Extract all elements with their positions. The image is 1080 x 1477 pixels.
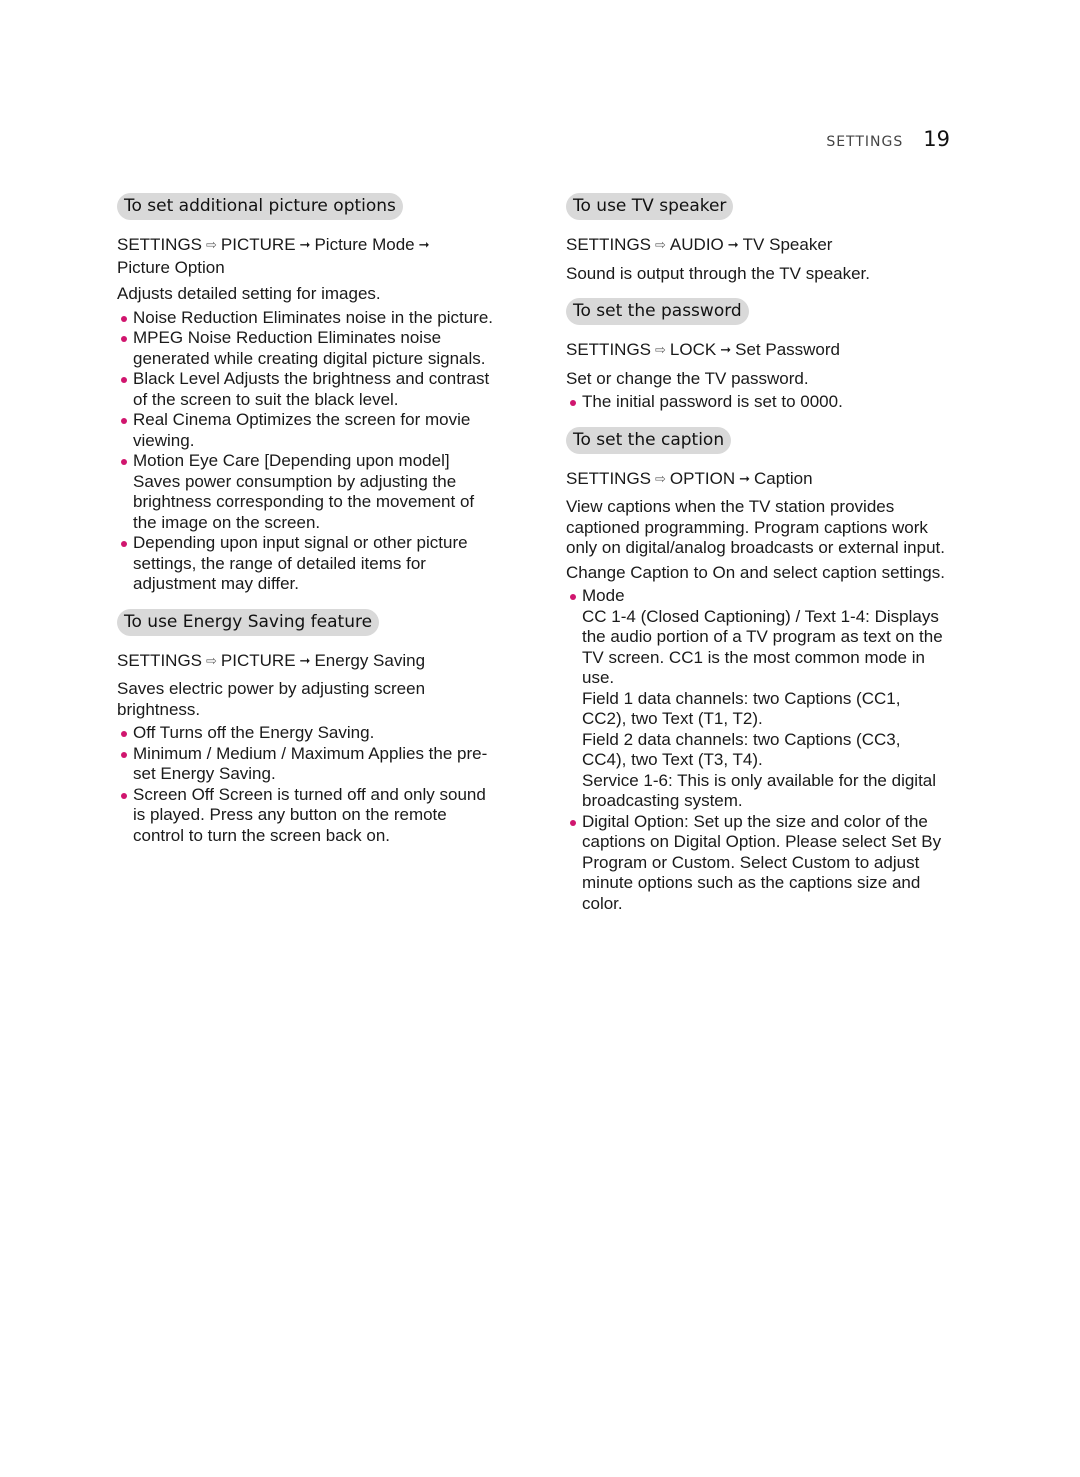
open-arrow-icon: ⇨ [206,653,217,669]
path-step: SETTINGS [566,340,652,359]
bullet-list: Mode CC 1-4 (Closed Captioning) / Text 1… [566,586,946,914]
menu-path: SETTINGS ⇨ OPTION ➞ Caption [566,469,946,492]
list-item: Minimum / Medium / Maximum Applies the p… [117,744,497,785]
path-step: SETTINGS [117,235,203,254]
description: Saves electric power by adjusting screen… [117,679,426,719]
path-step: PICTURE [220,235,296,254]
list-item: Black Level Adjusts the brightness and c… [117,369,497,410]
list-item-text: Depending upon input signal or other pic… [133,533,468,593]
list-item-text: Off Turns off the Energy Saving. [133,723,375,742]
section-label: SETTINGS [826,134,904,150]
list-item-digital-option: Digital Option: Set up the size and colo… [566,812,946,915]
list-item: Motion Eye Care [Depending upon model] S… [117,451,497,533]
path-step: SETTINGS [566,235,652,254]
path-step: AUDIO [669,235,724,254]
path-step: Energy Saving [314,650,426,670]
bullet-icon [121,377,127,383]
list-item-text: The initial password is set to 0000. [582,392,843,411]
description: Set or change the TV password. [566,368,809,388]
path-step: Picture Mode [314,235,415,254]
path-step: TV Speaker [742,235,833,254]
mode-detail: CC 1-4 (Closed Captioning) / Text 1-4: D… [582,606,943,688]
bullet-icon [121,315,127,322]
bullet-list: The initial password is set to 0000. [566,392,946,413]
arrow-icon: ➞ [299,653,311,669]
right-column: To use TV speaker SETTINGS ⇨ AUDIO ➞ TV Spea… [566,193,946,928]
menu-path: SETTINGS ⇨ AUDIO ➞ TV Speaker [566,235,946,258]
bullet-icon [121,731,127,737]
arrow-icon: ➞ [739,471,750,487]
bullet-icon [121,541,127,547]
mode-detail: Service 1-6: This is only available for … [582,770,937,811]
list-item: Off Turns off the Energy Saving. [117,723,497,744]
mode-detail: Field 1 data channels: two Captions (CC1… [582,688,901,729]
bullet-icon [121,751,127,758]
tv-speaker-section: To use TV speaker SETTINGS ⇨ AUDIO ➞ TV Spea… [566,193,946,284]
open-arrow-icon: ⇨ [206,238,217,253]
list-item: MPEG Noise Reduction Eliminates noise ge… [117,328,497,369]
description: View captions when the TV station provid… [566,497,945,557]
open-arrow-icon: ⇨ [655,238,666,253]
list-item-text: Real Cinema Optimizes the screen for mov… [133,410,471,450]
path-step: Caption [754,468,813,488]
left-column: To set additional picture options SETTIN… [117,193,497,860]
bullet-list: Noise Reduction Eliminates noise in the … [117,308,497,595]
page-number: 19 [923,127,950,151]
path-step: SETTINGS [566,468,652,488]
bullet-icon [121,418,127,424]
password-section: To set the password SETTINGS ⇨ LOCK ➞ Set Pa… [566,298,946,413]
mode-detail: Field 2 data channels: two Captions (CC3… [582,729,901,770]
path-step: LOCK [669,340,717,359]
menu-path: SETTINGS ⇨ PICTURE ➞ Picture Mode ➞ Picture Op… [117,235,497,278]
description: Adjusts detailed setting for images. [117,284,381,303]
arrow-icon: ➞ [299,238,311,253]
bullet-icon [121,336,127,342]
section-heading: To set the caption [566,426,732,454]
menu-path: SETTINGS ⇨ PICTURE ➞ Energy Saving [117,651,497,674]
bullet-list: Off Turns off the Energy Saving. Minimum… [117,723,497,846]
list-item-text: Screen Off Screen is turned off and only… [133,784,486,845]
picture-options-section: To set additional picture options SETTIN… [117,193,497,595]
open-arrow-icon: ⇨ [655,343,666,358]
bullet-icon [570,400,576,406]
list-item: The initial password is set to 0000. [566,392,946,413]
bullet-icon [570,819,576,826]
menu-path: SETTINGS ⇨ LOCK ➞ Set Password [566,340,946,363]
page-header: SETTINGS 19 [826,127,950,151]
arrow-icon: ➞ [418,238,430,253]
list-item-text: Motion Eye Care [Depending upon model] S… [133,451,475,532]
list-item: Noise Reduction Eliminates noise in the … [117,308,497,329]
caption-section: To set the caption SETTINGS ⇨ OPTION ➞ Capti… [566,426,946,915]
path-step: OPTION [669,468,736,488]
bullet-icon [121,792,127,799]
bullet-icon [121,459,127,465]
arrow-icon: ➞ [720,343,732,358]
list-item-text: Minimum / Medium / Maximum Applies the p… [133,743,488,784]
list-item-text: Digital Option: Set up the size and colo… [582,811,942,913]
energy-saving-section: To use Energy Saving feature SETTINGS ⇨ PI… [117,608,497,847]
description: Sound is output through the TV speaker. [566,263,871,283]
section-heading: To set the password [566,298,749,325]
description-secondary: Change Caption to On and select caption … [566,562,945,582]
mode-label: Mode [582,586,625,605]
section-heading: To set additional picture options [117,193,403,220]
open-arrow-icon: ⇨ [655,471,666,487]
path-step: SETTINGS [117,650,203,670]
arrow-icon: ➞ [727,238,739,253]
path-step: PICTURE [220,650,296,670]
list-item: Screen Off Screen is turned off and only… [117,785,497,847]
list-item-mode: Mode CC 1-4 (Closed Captioning) / Text 1… [566,586,946,812]
list-item: Real Cinema Optimizes the screen for mov… [117,410,497,451]
path-step: Picture Option [117,257,225,277]
section-heading: To use TV speaker [566,193,734,220]
section-heading: To use Energy Saving feature [117,608,380,636]
path-step: Set Password [735,340,841,359]
list-item-text: Black Level Adjusts the brightness and c… [133,369,490,409]
list-item: Depending upon input signal or other pic… [117,533,497,595]
list-item-text: Noise Reduction Eliminates noise in the … [133,307,494,327]
list-item-text: MPEG Noise Reduction Eliminates noise ge… [133,328,486,368]
bullet-icon [570,594,576,600]
